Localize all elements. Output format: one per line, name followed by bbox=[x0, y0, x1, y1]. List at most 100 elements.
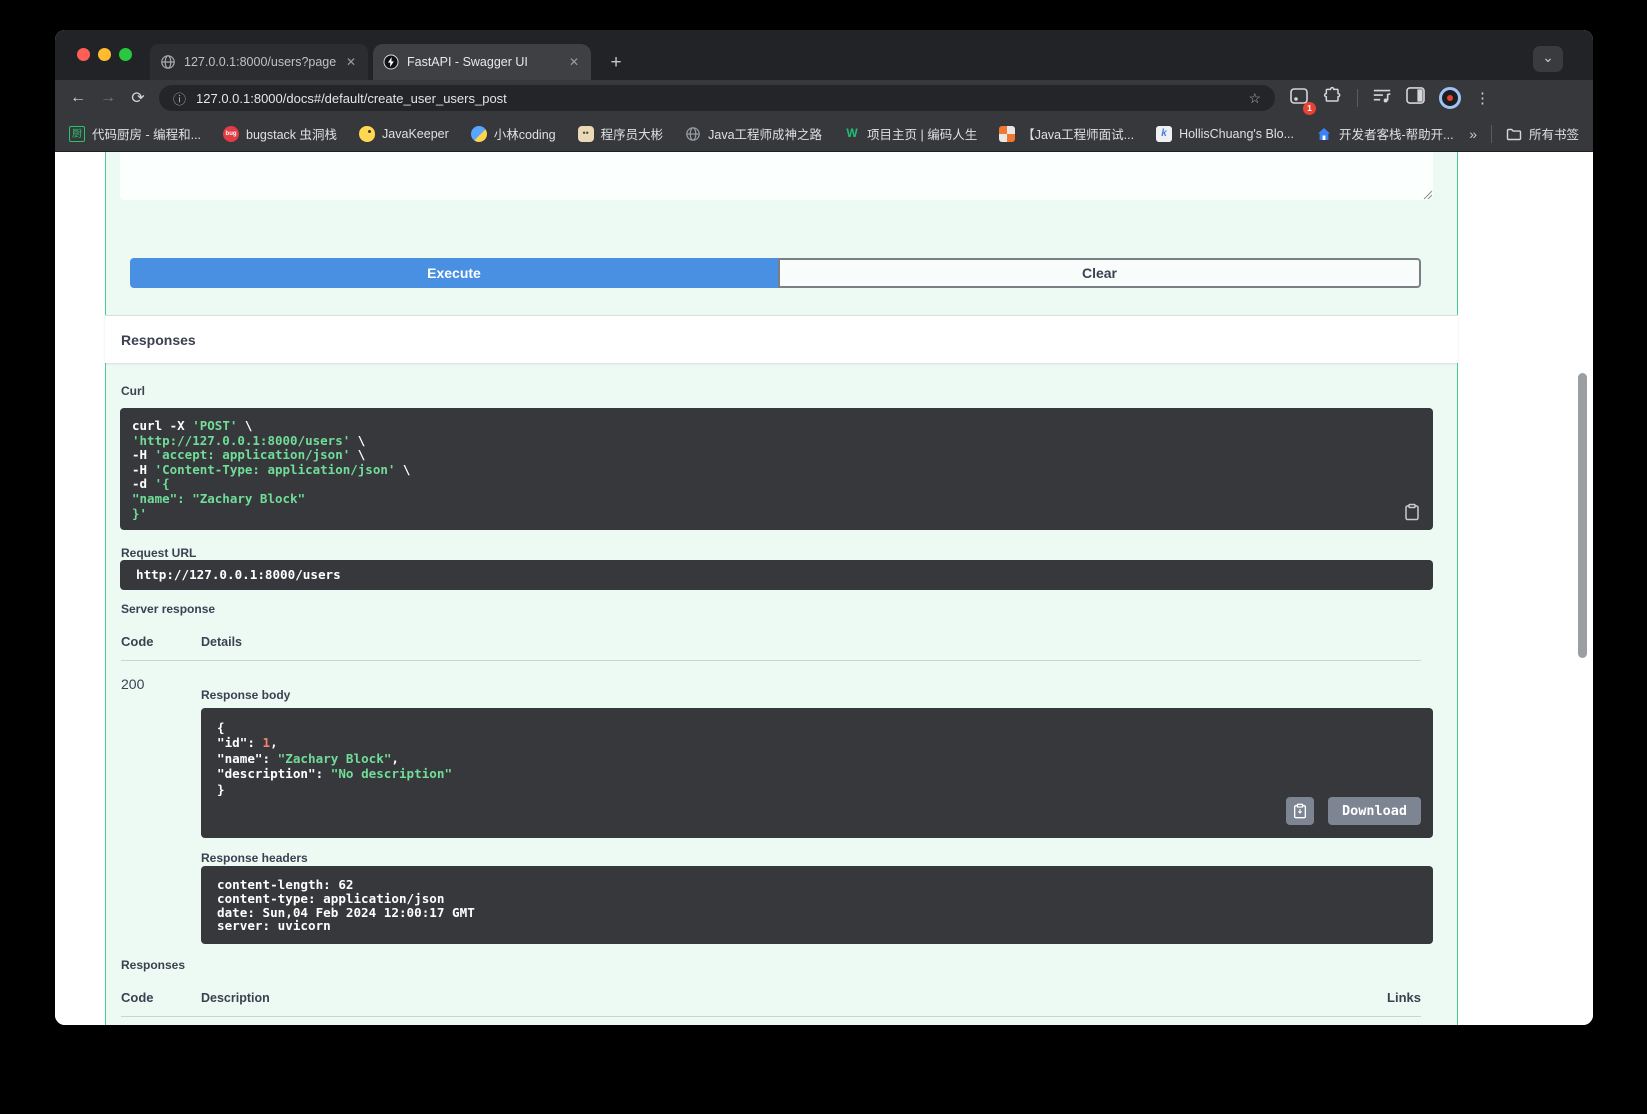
table-divider bbox=[121, 660, 1421, 661]
code-line: curl -X 'POST' \ bbox=[132, 419, 1421, 434]
site-info-icon[interactable]: ⓘ bbox=[173, 89, 186, 108]
bookmark-star-icon[interactable]: ☆ bbox=[1248, 90, 1261, 107]
hollis-favicon-icon: k bbox=[1156, 126, 1172, 142]
folder-icon bbox=[1506, 126, 1522, 142]
bookmark-label: JavaKeeper bbox=[382, 127, 449, 141]
house-favicon-icon bbox=[1316, 126, 1332, 142]
grid-favicon-icon bbox=[999, 126, 1015, 142]
toolbar-actions: 1 ⋮ bbox=[1289, 86, 1490, 111]
response-row-links: No links bbox=[1301, 1024, 1421, 1025]
bookmarks-divider bbox=[1491, 125, 1492, 143]
bookmark-label: HollisChuang's Blo... bbox=[1179, 127, 1294, 141]
globe-favicon-icon bbox=[685, 126, 701, 142]
description-column-header: Description bbox=[201, 991, 270, 1005]
new-tab-button[interactable]: + bbox=[603, 50, 629, 76]
close-window-button[interactable] bbox=[77, 48, 90, 61]
bookmark-item[interactable]: 开发者客栈-帮助开... bbox=[1316, 124, 1454, 143]
menu-kebab-icon[interactable]: ⋮ bbox=[1475, 89, 1490, 107]
code-line: "id": 1, bbox=[217, 735, 1417, 750]
bookmark-label: 开发者客栈-帮助开... bbox=[1339, 124, 1454, 143]
response-row-code: 200 bbox=[121, 1024, 144, 1025]
request-body-editor[interactable] bbox=[120, 152, 1433, 200]
response-headers-block: content-length: 62content-type: applicat… bbox=[201, 866, 1433, 944]
address-bar[interactable]: ⓘ 127.0.0.1:8000/docs#/default/create_us… bbox=[159, 85, 1275, 111]
bookmark-item[interactable]: 厨代码厨房 - 编程和... bbox=[69, 124, 201, 143]
all-bookmarks-button[interactable]: 所有书签 bbox=[1506, 124, 1579, 143]
bookmark-item[interactable]: 小林coding bbox=[471, 124, 556, 143]
bookmark-label: 项目主页 | 编码人生 bbox=[867, 124, 977, 143]
copy-curl-icon[interactable] bbox=[1403, 503, 1423, 523]
bookmark-item[interactable]: k HollisChuang's Blo... bbox=[1156, 126, 1294, 142]
code-column-header: Code bbox=[121, 990, 154, 1005]
header-line: content-length: 62 bbox=[217, 878, 1417, 892]
extension-button[interactable]: 1 bbox=[1289, 87, 1309, 110]
server-response-label: Server response bbox=[121, 602, 215, 616]
page-viewport: Execute Clear Responses Curl curl -X 'PO… bbox=[55, 152, 1593, 1025]
code-line: -d '{ bbox=[132, 477, 1421, 492]
curl-command-block: curl -X 'POST' \ 'http://127.0.0.1:8000/… bbox=[120, 408, 1433, 530]
reload-icon[interactable]: ⟳ bbox=[123, 88, 153, 108]
response-row-description: Successful Response bbox=[201, 1024, 346, 1025]
execute-button[interactable]: Execute bbox=[130, 258, 778, 288]
side-panel-icon[interactable] bbox=[1406, 87, 1425, 109]
details-column-header: Details bbox=[201, 635, 242, 649]
curl-label: Curl bbox=[121, 384, 145, 398]
copy-response-icon[interactable] bbox=[1286, 797, 1314, 825]
bookmark-item[interactable]: W 项目主页 | 编码人生 bbox=[844, 124, 977, 143]
responses-section-header: Responses bbox=[105, 315, 1458, 363]
bin-favicon-icon: •• bbox=[578, 126, 594, 142]
extension-badge: 1 bbox=[1303, 102, 1316, 115]
bookmark-label: Java工程师成神之路 bbox=[708, 124, 822, 143]
fastapi-favicon-icon bbox=[383, 54, 399, 70]
tab-title: FastAPI - Swagger UI bbox=[407, 55, 559, 69]
back-icon[interactable]: ← bbox=[63, 89, 93, 107]
forward-icon[interactable]: → bbox=[93, 89, 123, 107]
bookmark-item[interactable]: ••程序员大彬 bbox=[578, 124, 664, 143]
code-column-header: Code bbox=[121, 634, 154, 649]
chick-favicon-icon bbox=[359, 126, 375, 142]
code-line: 'http://127.0.0.1:8000/users' \ bbox=[132, 434, 1421, 449]
bookmark-item[interactable]: bugbugstack 虫洞栈 bbox=[223, 124, 337, 143]
minimize-window-button[interactable] bbox=[98, 48, 111, 61]
traffic-lights bbox=[77, 48, 132, 61]
download-button[interactable]: Download bbox=[1328, 797, 1421, 825]
code-line: "name": "Zachary Block", bbox=[217, 751, 1417, 766]
links-column-header: Links bbox=[1301, 990, 1421, 1005]
resize-handle-icon[interactable] bbox=[1423, 190, 1433, 200]
bookmark-item[interactable]: Java工程师成神之路 bbox=[685, 124, 822, 143]
responses-table-label: Responses bbox=[121, 958, 185, 972]
bug-favicon-icon: bug bbox=[223, 126, 239, 142]
bookmark-label: 小林coding bbox=[494, 124, 556, 143]
tab-swagger-ui[interactable]: FastAPI - Swagger UI ✕ bbox=[373, 44, 591, 80]
toolbar-divider bbox=[1357, 89, 1358, 107]
bookmark-item[interactable]: 【Java工程师面试... bbox=[999, 124, 1134, 143]
globe-favicon-icon bbox=[160, 54, 176, 70]
scrollbar-thumb[interactable] bbox=[1578, 373, 1587, 658]
extensions-puzzle-icon[interactable] bbox=[1323, 86, 1343, 111]
clear-button[interactable]: Clear bbox=[778, 258, 1421, 288]
tab-close-icon[interactable]: ✕ bbox=[344, 55, 358, 69]
response-body-block: { "id": 1, "name": "Zachary Block", "des… bbox=[201, 708, 1433, 838]
code-line: -H 'Content-Type: application/json' \ bbox=[132, 463, 1421, 478]
tab-strip: 127.0.0.1:8000/users?page_i ✕ FastAPI - … bbox=[55, 30, 1593, 80]
bookmark-item[interactable]: JavaKeeper bbox=[359, 126, 449, 142]
tab-close-icon[interactable]: ✕ bbox=[567, 55, 581, 69]
bookmarks-bar: 厨代码厨房 - 编程和... bugbugstack 虫洞栈 JavaKeeper 小… bbox=[55, 116, 1593, 152]
maximize-window-button[interactable] bbox=[119, 48, 132, 61]
response-status-code: 200 bbox=[121, 676, 144, 692]
bookmark-label: 【Java工程师面试... bbox=[1022, 124, 1134, 143]
response-body-label: Response body bbox=[201, 688, 290, 702]
url-text[interactable]: 127.0.0.1:8000/docs#/default/create_user… bbox=[196, 91, 1238, 106]
tab-search-chevron-button[interactable]: ⌄ bbox=[1533, 46, 1563, 72]
bookmark-label: 代码厨房 - 编程和... bbox=[92, 124, 201, 143]
profile-avatar[interactable] bbox=[1439, 87, 1461, 109]
toolbar: ← → ⟳ ⓘ 127.0.0.1:8000/docs#/default/cre… bbox=[55, 80, 1593, 116]
tab-users-page[interactable]: 127.0.0.1:8000/users?page_i ✕ bbox=[150, 44, 368, 80]
media-controls-icon[interactable] bbox=[1372, 87, 1392, 110]
tab-title: 127.0.0.1:8000/users?page_i bbox=[184, 55, 336, 69]
code-line: { bbox=[217, 720, 1417, 735]
header-line: content-type: application/json bbox=[217, 892, 1417, 906]
bookmarks-overflow-icon[interactable]: » bbox=[1469, 126, 1477, 142]
lin-favicon-icon bbox=[471, 126, 487, 142]
w-favicon-icon: W bbox=[844, 126, 860, 142]
